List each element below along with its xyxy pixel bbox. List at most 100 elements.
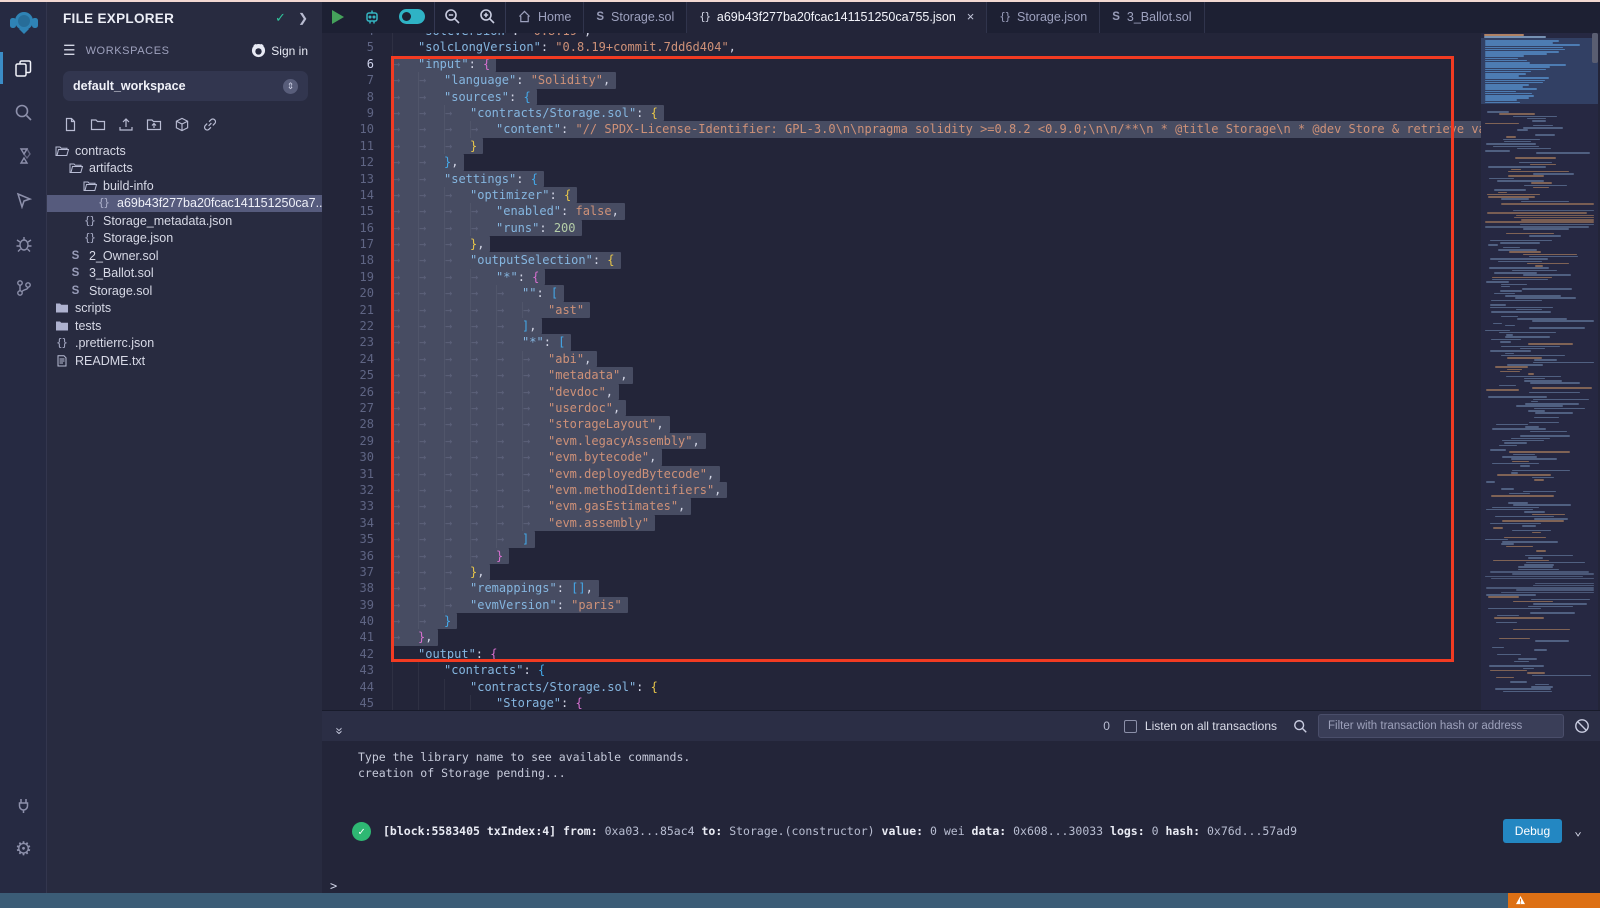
tree-item-label: Storage_metadata.json [103, 214, 232, 228]
editor-scrollbar[interactable] [1592, 33, 1598, 63]
tab-home[interactable]: Home [506, 0, 584, 33]
tab-whitespace: → [418, 72, 444, 88]
code-token: "runs" [496, 221, 539, 235]
hamburger-menu-icon[interactable]: ☰ [63, 42, 76, 59]
minimap-line [1504, 537, 1546, 539]
minimap-line [1490, 304, 1506, 306]
run-script-button[interactable] [322, 0, 354, 33]
tab-storage-json[interactable]: {}Storage.json [987, 0, 1100, 33]
tree-item-2-owner-sol[interactable]: S2_Owner.sol [47, 247, 322, 265]
code-token: [] [571, 581, 585, 595]
zoom-in-icon[interactable] [470, 0, 505, 33]
minimap-line [1513, 629, 1570, 631]
selection-highlight: →}, [392, 629, 438, 645]
tab-whitespace: → [522, 416, 548, 432]
clear-terminal-icon[interactable] [1574, 718, 1590, 734]
minimap-line [1529, 422, 1559, 424]
expand-transaction-icon[interactable]: ⌄ [1574, 824, 1582, 839]
chevron-right-icon[interactable]: ❯ [298, 11, 308, 25]
debug-button[interactable]: Debug [1503, 819, 1562, 843]
code-line: 22→→→→→], [322, 318, 1472, 334]
selection-highlight: →→→} [392, 138, 483, 154]
minimap-line [1485, 69, 1546, 71]
close-tab-icon[interactable]: × [967, 9, 975, 24]
workspace-select[interactable]: default_workspace ⇕ [63, 71, 308, 101]
selection-highlight: →→} [392, 613, 457, 629]
tab-whitespace: → [418, 334, 444, 350]
tab-3-ballot-sol[interactable]: S3_Ballot.sol [1100, 0, 1204, 33]
debugger-icon[interactable] [0, 222, 47, 266]
upload-folder-icon[interactable] [146, 117, 162, 132]
tab-whitespace: → [470, 334, 496, 350]
tab-a69b43f277ba20fcac141151250ca755-json[interactable]: {}a69b43f277ba20fcac141151250ca755.json× [687, 0, 987, 33]
tab-whitespace: → [418, 498, 444, 514]
code-token: "paris" [571, 598, 622, 612]
code-editor[interactable]: 4→"solcVersion": "0.8.19",5→"solcLongVer… [322, 33, 1600, 710]
tree-item-scripts[interactable]: scripts [47, 300, 322, 318]
tab-whitespace: → [418, 564, 444, 580]
minimap-line [1522, 525, 1536, 527]
line-number: 17 [322, 236, 374, 252]
status-bar-orange-badge[interactable] [1508, 893, 1600, 908]
selection-highlight: →→}, [392, 154, 464, 170]
code-token: "storageLayout" [548, 417, 656, 431]
tab-whitespace: → [392, 482, 418, 498]
tree-item-readme-txt[interactable]: README.txt [47, 352, 322, 370]
cube-icon[interactable] [174, 117, 190, 132]
collapse-terminal-icon[interactable]: « [331, 718, 346, 734]
tab-whitespace: → [444, 302, 470, 318]
tab-whitespace: → [392, 433, 418, 449]
tab-whitespace: → [418, 187, 444, 203]
listen-transactions-checkbox[interactable] [1124, 720, 1137, 733]
tab-whitespace: → [392, 285, 418, 301]
minimap-line [1509, 451, 1570, 453]
tree-item-storage-json[interactable]: {}Storage.json [47, 230, 322, 248]
ai-copilot-toggle[interactable] [390, 0, 434, 33]
link-icon[interactable] [202, 117, 218, 132]
tab-whitespace: → [522, 449, 548, 465]
tab-whitespace: → [392, 334, 418, 350]
tree-item-artifacts[interactable]: artifacts [47, 160, 322, 178]
transaction-summary[interactable]: [block:5583405 txIndex:4] from: 0xa03...… [383, 824, 1491, 838]
deploy-run-icon[interactable] [0, 178, 47, 222]
settings-icon[interactable]: ⚙ [0, 827, 47, 871]
tab-whitespace: → [444, 531, 470, 547]
file-explorer-icon[interactable] [0, 46, 47, 90]
remix-logo[interactable] [0, 0, 47, 46]
line-number: 25 [322, 367, 374, 383]
file-explorer-panel: FILE EXPLORER ✓ ❯ ☰ WORKSPACES Sign in d… [47, 0, 322, 893]
status-bar [0, 893, 1600, 908]
top-border-line [0, 0, 1600, 2]
zoom-out-icon[interactable] [435, 0, 470, 33]
minimap-line [1485, 88, 1537, 90]
tree-item-build-info[interactable]: build-info [47, 177, 322, 195]
plugin-manager-icon[interactable] [0, 783, 47, 827]
tab-whitespace: → [392, 39, 418, 55]
tab-whitespace: → [392, 449, 418, 465]
search-icon[interactable] [0, 90, 47, 134]
minimap-line [1512, 530, 1551, 532]
sign-in-button[interactable]: Sign in [251, 43, 308, 58]
selection-highlight: →→→→"runs": 200 [392, 220, 582, 236]
tree-item-storage-metadata-json[interactable]: {}Storage_metadata.json [47, 212, 322, 230]
tree-item-3-ballot-sol[interactable]: S3_Ballot.sol [47, 265, 322, 283]
minimap[interactable] [1481, 33, 1598, 710]
git-icon[interactable] [0, 266, 47, 310]
tx-label: to: [702, 824, 723, 838]
minimap-line [1512, 461, 1529, 463]
terminal-prompt[interactable]: > [330, 879, 337, 893]
tree-item-storage-sol[interactable]: SStorage.sol [47, 282, 322, 300]
search-icon[interactable] [1293, 719, 1308, 734]
upload-file-icon[interactable] [118, 117, 134, 132]
tab-storage-sol[interactable]: SStorage.sol [584, 0, 687, 33]
new-file-icon[interactable] [63, 117, 78, 132]
tree-item-tests[interactable]: tests [47, 317, 322, 335]
transaction-filter-input[interactable] [1318, 714, 1564, 738]
solidity-compiler-icon[interactable] [0, 134, 47, 178]
tree-item-contracts[interactable]: contracts [47, 142, 322, 160]
ai-copilot-icon[interactable] [354, 0, 390, 33]
new-folder-icon[interactable] [90, 117, 106, 132]
code-line: 16→→→→"runs": 200 [322, 220, 1472, 236]
tree-item--prettierrc-json[interactable]: {}.prettierrc.json [47, 335, 322, 353]
tree-item-a69b43f277ba20fcac141151250ca7-[interactable]: {}a69b43f277ba20fcac141151250ca7... [47, 195, 322, 213]
